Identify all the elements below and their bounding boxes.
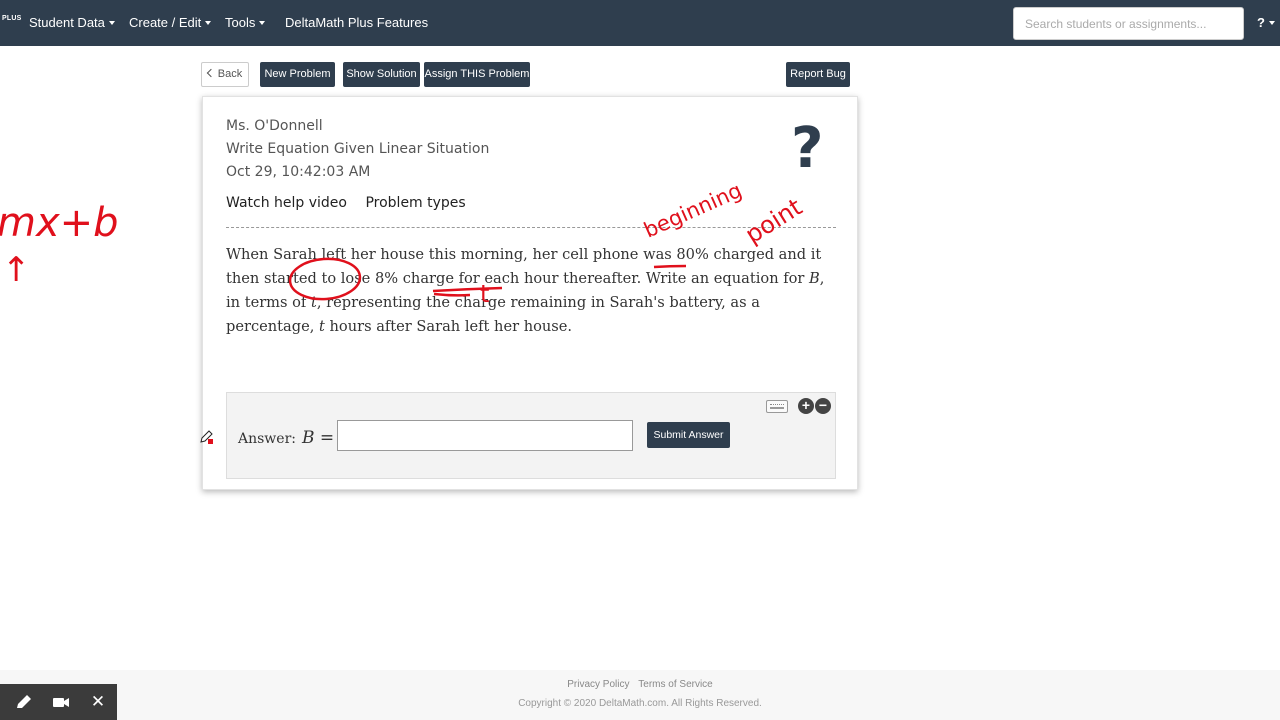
new-problem-button[interactable]: New Problem <box>260 62 335 87</box>
copyright-text: Copyright © 2020 DeltaMath.com. All Righ… <box>518 698 762 709</box>
brand-plus-label: PLUS <box>2 15 22 22</box>
answer-variable: B = <box>302 428 335 448</box>
footer-links: Privacy Policy Terms of Service <box>0 679 1280 690</box>
ink-arrow-text: ↑ <box>2 250 31 290</box>
submit-answer-button[interactable]: Submit Answer <box>647 422 730 448</box>
nav-tools[interactable]: Tools <box>225 15 266 30</box>
skill-title: Write Equation Given Linear Situation <box>226 141 490 157</box>
nav-student-data[interactable]: Student Data <box>29 15 115 30</box>
help-menu-label: ? <box>1257 15 1265 30</box>
caret-down-icon <box>108 20 115 25</box>
answer-area: + − Answer: B = Submit Answer <box>226 392 836 479</box>
problem-statement: When Sarah left her house this morning, … <box>226 243 836 339</box>
caret-down-icon <box>259 20 266 25</box>
pen-icon[interactable] <box>6 684 42 720</box>
chevron-left-icon <box>206 68 216 78</box>
zoom-in-icon[interactable]: + <box>798 398 814 414</box>
divider <box>226 227 836 228</box>
terms-of-service-link[interactable]: Terms of Service <box>638 679 712 690</box>
search-input[interactable] <box>1013 7 1244 40</box>
close-icon[interactable]: ✕ <box>80 684 116 720</box>
problem-types-link[interactable]: Problem types <box>365 195 465 211</box>
answer-label: Answer: B = <box>238 428 334 448</box>
footer: Privacy Policy Terms of Service Copyrigh… <box>0 670 1280 720</box>
problem-text-part: hours after Sarah left her house. <box>324 318 573 335</box>
back-button[interactable]: Back <box>201 62 249 87</box>
answer-input[interactable] <box>337 420 633 451</box>
assign-this-problem-button[interactable]: Assign THIS Problem <box>424 62 530 87</box>
screen-recorder-toolbar: ✕ <box>0 684 117 720</box>
camera-icon[interactable] <box>43 684 79 720</box>
show-solution-button[interactable]: Show Solution <box>343 62 420 87</box>
problem-card: Ms. O'Donnell Write Equation Given Linea… <box>202 96 858 490</box>
teacher-name: Ms. O'Donnell <box>226 118 323 134</box>
answer-label-text: Answer: <box>238 431 296 447</box>
privacy-policy-link[interactable]: Privacy Policy <box>567 679 629 690</box>
nav-create-edit-label: Create / Edit <box>129 15 202 30</box>
help-menu[interactable]: ? <box>1257 15 1275 30</box>
nav-tools-label: Tools <box>225 15 256 30</box>
problem-text-part: When Sarah left her house this morning, … <box>226 246 822 287</box>
nav-student-data-label: Student Data <box>29 15 105 30</box>
nav-create-edit[interactable]: Create / Edit <box>129 15 212 30</box>
problem-timestamp: Oct 29, 10:42:03 AM <box>226 164 371 180</box>
help-links: Watch help video Problem types <box>226 195 480 211</box>
watch-help-video-link[interactable]: Watch help video <box>226 195 347 211</box>
help-question-icon[interactable]: ? <box>791 119 823 179</box>
top-navbar: PLUS Student Data Create / Edit Tools De… <box>0 0 1280 46</box>
caret-down-icon <box>205 20 212 25</box>
caret-down-icon <box>1268 20 1275 25</box>
report-bug-button[interactable]: Report Bug <box>786 62 850 87</box>
zoom-out-icon[interactable]: − <box>815 398 831 414</box>
nav-deltamath-plus-features[interactable]: DeltaMath Plus Features <box>285 15 428 30</box>
pen-cursor-icon <box>200 430 213 444</box>
variable-b: B <box>809 270 820 287</box>
keyboard-icon[interactable] <box>766 400 788 413</box>
back-button-label: Back <box>217 68 243 80</box>
ink-formula-text: mx+b <box>0 200 119 246</box>
